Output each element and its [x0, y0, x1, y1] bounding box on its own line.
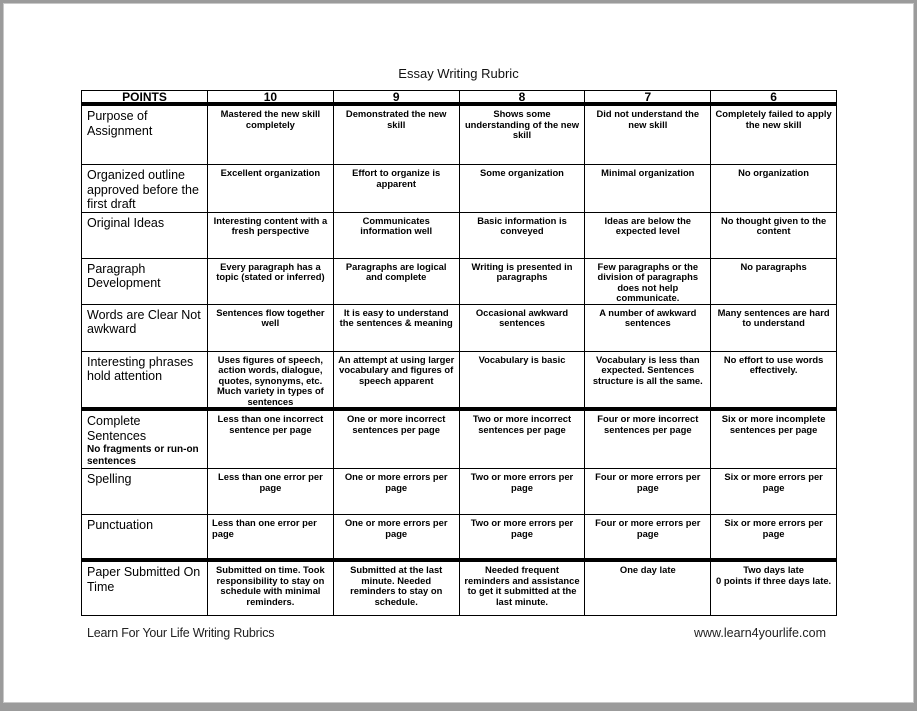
descriptor-cell: Six or more errors per page [710, 514, 837, 561]
descriptor-cell: Two or more errors per page [458, 514, 586, 561]
descriptor-cell: Four or more errors per page [584, 468, 712, 515]
descriptor-cell: Two or more incorrect sentences per page [458, 407, 586, 469]
descriptor-cell: Few paragraphs or the division of paragr… [584, 257, 712, 305]
criterion-label: Words are Clear Not awkward [87, 307, 201, 337]
footer-brand: Learn For Your Life Writing Rubrics [87, 626, 275, 640]
criterion-label: Paragraph Development [87, 261, 161, 291]
descriptor-cell: No paragraphs [710, 257, 837, 305]
descriptor-cell: Sentences flow together well [207, 303, 334, 352]
descriptor-cell: Less than one error per page [207, 514, 334, 561]
header-score-6: 6 [710, 90, 837, 106]
descriptor-cell: Vocabulary is less than expected. Senten… [584, 350, 712, 410]
descriptor-cell: Less than one incorrect sentence per pag… [207, 407, 334, 469]
descriptor-cell: Communicates information well [332, 211, 460, 259]
descriptor-cell: Shows some understanding of the new skil… [458, 103, 586, 165]
descriptor-cell: Two days late 0 points if three days lat… [710, 558, 837, 616]
descriptor-cell: Less than one error per page [207, 468, 334, 515]
descriptor-cell: Six or more incomplete sentences per pag… [710, 407, 837, 469]
descriptor-cell: No organization [710, 164, 837, 213]
header-score-8: 8 [458, 90, 586, 106]
header-score-10: 10 [207, 90, 334, 106]
criterion-cell: Organized outline approved before the fi… [81, 164, 208, 213]
criterion-label: Spelling [87, 472, 132, 486]
criterion-cell: Paragraph Development [81, 257, 208, 305]
descriptor-cell: Uses figures of speech, action words, di… [207, 350, 334, 410]
criterion-cell: Punctuation [81, 514, 208, 561]
criterion-sublabel: No fragments or run-on sentences [87, 444, 199, 467]
descriptor-cell: A number of awkward sentences [584, 303, 712, 352]
descriptor-cell: Ideas are below the expected level [584, 211, 712, 259]
criterion-cell: Words are Clear Not awkward [81, 303, 208, 352]
descriptor-cell: Every paragraph has a topic (stated or i… [207, 257, 334, 305]
descriptor-cell: Four or more errors per page [584, 514, 712, 561]
descriptor-cell: Excellent organization [207, 164, 334, 213]
header-row: POINTS 10 9 8 7 6 [81, 90, 837, 106]
table-row: Words are Clear Not awkward Sentences fl… [81, 303, 837, 352]
descriptor-cell: One or more errors per page [332, 514, 460, 561]
criterion-label: Paper Submitted On Time [87, 565, 201, 594]
criterion-label: Purpose of Assignment [87, 109, 153, 138]
descriptor-cell: Writing is presented in paragraphs [458, 257, 586, 305]
descriptor-cell: No thought given to the content [710, 211, 837, 259]
document-title: Essay Writing Rubric [398, 66, 519, 81]
descriptor-cell: Effort to organize is apparent [332, 164, 460, 213]
table-row: Punctuation Less than one error per page… [81, 514, 837, 561]
header-points: POINTS [81, 90, 208, 106]
table-row: Purpose of Assignment Mastered the new s… [81, 103, 837, 165]
descriptor-cell: Basic information is conveyed [458, 211, 586, 259]
descriptor-cell: Submitted on time. Took responsibility t… [207, 558, 334, 616]
criterion-cell: Paper Submitted On Time [81, 558, 208, 616]
table-row: Paper Submitted On Time Submitted on tim… [81, 558, 837, 616]
table-row: Interesting phrases hold attention Uses … [81, 350, 837, 410]
descriptor-cell: An attempt at using larger vocabulary an… [332, 350, 460, 410]
descriptor-cell: No effort to use words effectively. [710, 350, 837, 410]
rubric-table: POINTS 10 9 8 7 6 Purpose of Assignment … [81, 90, 837, 616]
table-row: Spelling Less than one error per page On… [81, 468, 837, 515]
table-row: Paragraph Development Every paragraph ha… [81, 257, 837, 305]
descriptor-cell: Paragraphs are logical and complete [332, 257, 460, 305]
descriptor-cell: Four or more incorrect sentences per pag… [584, 407, 712, 469]
header-score-7: 7 [584, 90, 712, 106]
criterion-cell: Interesting phrases hold attention [81, 350, 208, 410]
criterion-label: Original Ideas [87, 215, 165, 230]
descriptor-cell: Submitted at the last minute. Needed rem… [332, 558, 460, 616]
criterion-cell: Original Ideas [81, 211, 208, 259]
criterion-label: Interesting phrases hold attention [87, 354, 194, 384]
descriptor-cell: Needed frequent reminders and assistance… [458, 558, 586, 616]
descriptor-cell: Vocabulary is basic [458, 350, 586, 410]
table-row: Complete Sentences No fragments or run-o… [81, 407, 837, 469]
descriptor-cell: It is easy to understand the sentences &… [332, 303, 460, 352]
descriptor-cell: Interesting content with a fresh perspec… [207, 211, 334, 259]
descriptor-cell: Did not understand the new skill [584, 103, 712, 165]
descriptor-cell: Demonstrated the new skill [332, 103, 460, 165]
descriptor-cell: Many sentences are hard to understand [710, 303, 837, 352]
descriptor-cell: One day late [584, 558, 712, 616]
descriptor-cell: Occasional awkward sentences [458, 303, 586, 352]
descriptor-cell: One or more incorrect sentences per page [332, 407, 460, 469]
criterion-cell: Spelling [81, 468, 208, 515]
header-score-9: 9 [332, 90, 460, 106]
table-row: Original Ideas Interesting content with … [81, 211, 837, 259]
document-page: Essay Writing Rubric POINTS 10 9 8 7 6 P… [3, 3, 914, 703]
descriptor-cell: One or more errors per page [332, 468, 460, 515]
descriptor-cell: Two or more errors per page [458, 468, 586, 515]
descriptor-cell: Mastered the new skill completely [207, 103, 334, 165]
descriptor-cell: Minimal organization [584, 164, 712, 213]
criterion-label: Organized outline approved before the fi… [87, 168, 199, 211]
descriptor-cell: Six or more errors per page [710, 468, 837, 515]
criterion-cell: Complete Sentences No fragments or run-o… [81, 407, 208, 469]
footer-website: www.learn4yourlife.com [694, 626, 826, 640]
descriptor-cell: Some organization [458, 164, 586, 213]
criterion-label: Complete Sentences [87, 414, 147, 443]
criterion-label: Punctuation [87, 518, 154, 532]
descriptor-cell: Completely failed to apply the new skill [710, 103, 837, 165]
criterion-cell: Purpose of Assignment [81, 103, 208, 165]
table-row: Organized outline approved before the fi… [81, 164, 837, 213]
